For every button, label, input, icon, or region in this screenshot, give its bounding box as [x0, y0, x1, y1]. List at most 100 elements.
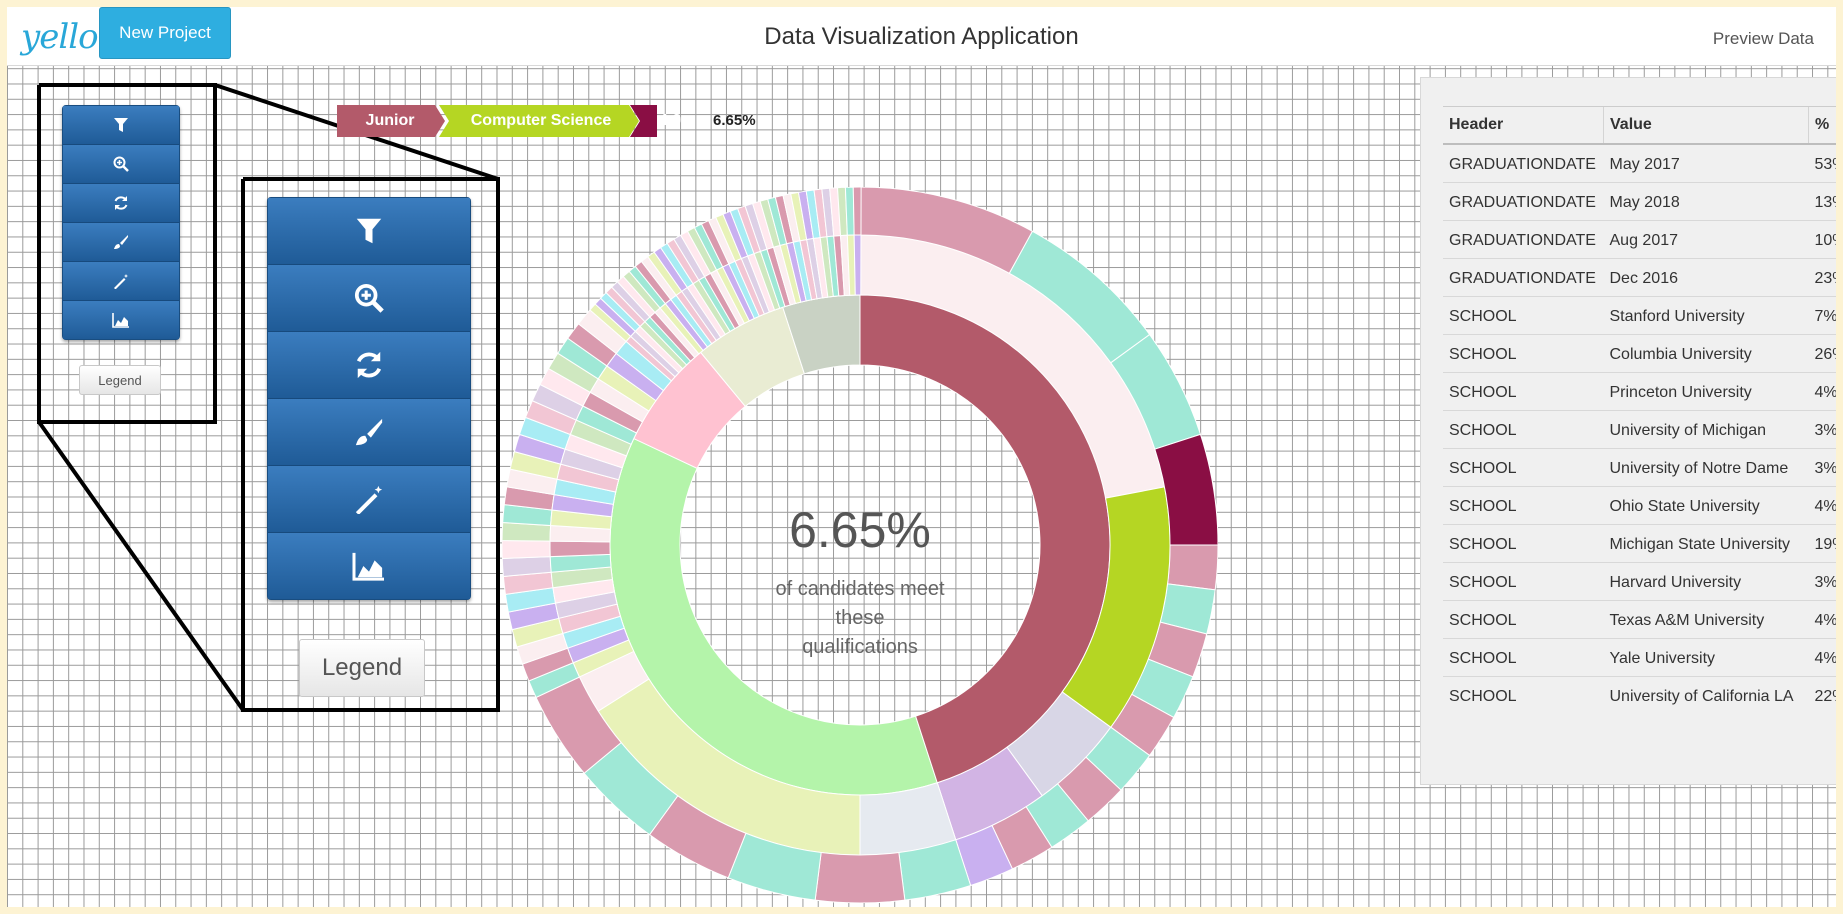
filter-icon: [114, 118, 128, 132]
cell-value: Yale University: [1603, 638, 1809, 677]
cell-header: SCHOOL: [1443, 524, 1604, 563]
center-caption: of candidates meet these qualifications: [775, 578, 945, 658]
cell-header: GRADUATIONDATE: [1443, 258, 1604, 297]
cell-value: Texas A&M University: [1603, 600, 1809, 639]
sunburst-ring3-segment[interactable]: [502, 540, 551, 560]
zoom-in-button-large[interactable]: [268, 265, 470, 332]
legend-button-large[interactable]: Legend: [299, 639, 425, 697]
cell-header: SCHOOL: [1443, 372, 1604, 411]
cell-percent: 4%: [1808, 372, 1836, 411]
table-row: SCHOOL University of Notre Dame 3%: [1443, 448, 1836, 487]
cell-value: Stanford University: [1603, 296, 1809, 335]
cell-percent: 4%: [1808, 600, 1836, 639]
cell-value: Michigan State University: [1603, 524, 1809, 563]
cell-value: Columbia University: [1603, 334, 1809, 373]
area-chart-button-large[interactable]: [268, 533, 470, 599]
area-chart-icon: [352, 552, 384, 581]
table-row: SCHOOL Harvard University 3%: [1443, 562, 1836, 601]
center-percentage: 6.65%: [789, 502, 931, 558]
cell-percent: 4%: [1808, 638, 1836, 677]
cell-value: May 2017: [1603, 143, 1809, 183]
breadcrumb-item[interactable]: Computer Science: [445, 105, 637, 137]
cell-header: SCHOOL: [1443, 676, 1604, 714]
table-row: SCHOOL University of Michigan 3%: [1443, 410, 1836, 449]
cell-value: May 2018: [1603, 182, 1809, 221]
brush-button-large[interactable]: [268, 399, 470, 466]
cell-percent: 3%: [1808, 448, 1836, 487]
cell-value: Dec 2016: [1603, 258, 1809, 297]
area-chart-icon: [112, 313, 129, 328]
table-row: SCHOOLMichigan State University19%: [1443, 524, 1836, 563]
area-chart-button[interactable]: [63, 301, 179, 339]
magic-wand-icon: [114, 274, 128, 289]
cell-header: GRADUATIONDATE: [1443, 143, 1604, 183]
cell-header: GRADUATIONDATE: [1443, 220, 1604, 259]
cell-value: Princeton University: [1603, 372, 1809, 411]
sunburst-ring3-segment[interactable]: [814, 851, 906, 903]
table-row: GRADUATIONDATEMay 201753%: [1443, 143, 1836, 183]
brush-button[interactable]: [63, 223, 179, 262]
sunburst-ring3-segment[interactable]: [1166, 544, 1218, 591]
magic-wand-button[interactable]: [63, 262, 179, 301]
table-row: GRADUATIONDATEAug 201710%: [1443, 220, 1836, 259]
cell-header: SCHOOL: [1443, 562, 1604, 601]
sunburst-ring2-segment[interactable]: [853, 234, 862, 296]
app-window: yello New Project Data Visualization App…: [7, 7, 1836, 907]
cell-percent: 3%: [1808, 410, 1836, 449]
cell-value: University of California LA: [1603, 676, 1809, 714]
cell-header: SCHOOL: [1443, 296, 1604, 335]
cell-percent: 26%: [1808, 334, 1836, 373]
cell-header: SCHOOL: [1443, 448, 1604, 487]
cell-header: SCHOOL: [1443, 486, 1604, 525]
breadcrumb-item[interactable]: 4.0: [637, 105, 703, 137]
zoom-in-button[interactable]: [63, 145, 179, 184]
refresh-button-large[interactable]: [268, 332, 470, 399]
breadcrumb-item[interactable]: Junior: [337, 105, 443, 137]
filter-button-large[interactable]: [268, 198, 470, 265]
table-row: SCHOOL Ohio State University 4%: [1443, 486, 1836, 525]
refresh-button[interactable]: [63, 184, 179, 223]
sunburst-ring3-segment[interactable]: [852, 187, 862, 236]
magic-wand-icon: [355, 485, 383, 514]
cell-header: GRADUATIONDATE: [1443, 182, 1604, 221]
cell-value: Ohio State University: [1603, 486, 1809, 525]
table-row: GRADUATIONDATEMay 201813%: [1443, 182, 1836, 221]
cell-value: Aug 2017: [1603, 220, 1809, 259]
legend-button-small[interactable]: Legend: [79, 365, 161, 395]
magic-wand-button-large[interactable]: [268, 466, 470, 533]
cell-percent: 7%: [1808, 296, 1836, 335]
table-row: SCHOOL Princeton University 4%: [1443, 372, 1836, 411]
table-row: SCHOOLUniversity of California LA22%: [1443, 676, 1836, 714]
preview-data-link[interactable]: Preview Data: [1713, 29, 1814, 49]
cell-percent: 23%: [1808, 258, 1836, 297]
zoom-in-icon: [354, 283, 384, 313]
column-header: %: [1808, 106, 1836, 145]
cell-percent: 22%: [1808, 676, 1836, 714]
filter-icon: [356, 218, 382, 244]
sunburst-ring2-segment[interactable]: [549, 540, 611, 558]
cell-percent: 13%: [1808, 182, 1836, 221]
cell-percent: 19%: [1808, 524, 1836, 563]
sunburst-ring3-segment[interactable]: [844, 187, 855, 236]
cell-header: SCHOOL: [1443, 638, 1604, 677]
details-table: Header Value % GRADUATIONDATEMay 201753%…: [1443, 106, 1836, 714]
cell-value: University of Notre Dame: [1603, 448, 1809, 487]
brush-icon: [114, 235, 128, 249]
table-row: SCHOOLColumbia University26%: [1443, 334, 1836, 373]
cell-percent: 53%: [1808, 143, 1836, 183]
table-row: SCHOOL Texas A&M University 4%: [1443, 600, 1836, 639]
table-row: SCHOOL Yale University 4%: [1443, 638, 1836, 677]
refresh-icon: [356, 351, 382, 379]
refresh-icon: [114, 196, 128, 210]
cell-percent: 4%: [1808, 486, 1836, 525]
tool-palette-small: [62, 105, 180, 340]
cell-header: SCHOOL: [1443, 410, 1604, 449]
details-table-panel: Header Value % GRADUATIONDATEMay 201753%…: [1420, 77, 1836, 785]
breadcrumb-percentage: 6.65%: [713, 112, 756, 129]
cell-value: Harvard University: [1603, 562, 1809, 601]
column-header: Value: [1603, 106, 1809, 145]
column-header: Header: [1443, 106, 1604, 145]
filter-button[interactable]: [63, 106, 179, 145]
cell-percent: 10%: [1808, 220, 1836, 259]
zoom-in-icon: [113, 156, 129, 172]
